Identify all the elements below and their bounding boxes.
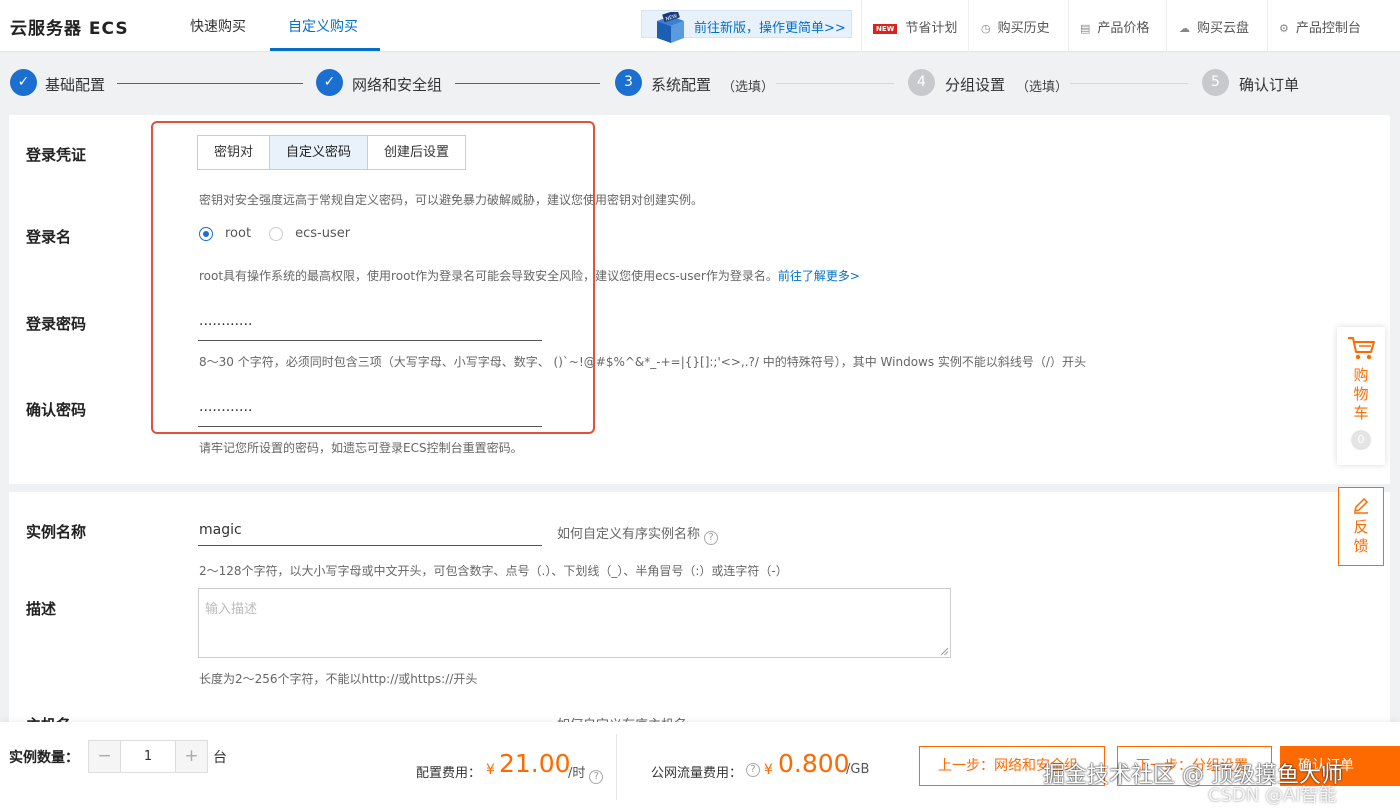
- question-icon[interactable]: ?: [704, 531, 719, 545]
- password-label: 登录密码: [26, 315, 87, 333]
- traffic-fee-currency: ¥: [764, 762, 773, 778]
- active-tab-indicator: [270, 48, 380, 51]
- step-1-label[interactable]: 基础配置: [45, 74, 105, 95]
- cart-label-3: 车: [1353, 404, 1369, 422]
- nav-console-label: 产品控制台: [1295, 21, 1361, 36]
- credential-label: 登录凭证: [26, 146, 87, 164]
- nav-product-price[interactable]: ▤ 产品价格: [1080, 17, 1149, 36]
- cart-count-badge: 0: [1351, 430, 1371, 450]
- nav-separator: [861, 0, 862, 52]
- feedback-label-2: 馈: [1353, 537, 1369, 555]
- order-footer-bar: 实例数量： − 1 + 台 配置费用： ¥ 21.00 /时? 公网流量费用： …: [0, 722, 1400, 809]
- confirm-password-label: 确认密码: [26, 401, 87, 419]
- cart-label-1: 购: [1353, 366, 1369, 384]
- step-3-label: 系统配置: [651, 76, 712, 94]
- description-label: 描述: [26, 600, 57, 618]
- watermark-csdn: CSDN @AI智能: [1208, 785, 1337, 806]
- tab-custom-buy[interactable]: 自定义购买: [288, 16, 358, 36]
- quantity-increment-button[interactable]: +: [176, 741, 207, 772]
- learn-more-link[interactable]: 前往了解更多>: [778, 269, 860, 283]
- nav-savings-plan-label: 节省计划: [905, 21, 958, 36]
- traffic-fee-price: 0.800: [778, 749, 850, 778]
- resize-grip-icon[interactable]: [940, 647, 949, 656]
- nav-savings-plan[interactable]: NEW 节省计划: [873, 17, 957, 36]
- new-version-banner[interactable]: NEW 前往新版，操作更简单>>: [641, 10, 852, 43]
- step-connector: [455, 83, 600, 84]
- config-fee-unit: /时?: [568, 762, 604, 784]
- progress-steps: ✓ 基础配置 ✓ 网络和安全组 3 系统配置 （选填） 4 分组设置 （选填） …: [0, 53, 1400, 113]
- step-connector: [1070, 83, 1188, 84]
- config-fee-price: 21.00: [499, 749, 571, 778]
- shopping-cart-tab[interactable]: 购 物 车 0: [1337, 327, 1385, 465]
- cart-icon: [1348, 337, 1375, 360]
- description-textarea[interactable]: [198, 588, 951, 658]
- quantity-decrement-button[interactable]: −: [89, 741, 120, 772]
- username-label: 登录名: [26, 228, 72, 246]
- config-fee-label: 配置费用：: [416, 766, 482, 781]
- description-hint: 长度为2～256个字符，不能以http://或https://开头: [199, 672, 478, 686]
- quantity-stepper: − 1 +: [88, 740, 208, 773]
- step-5-number: 5: [1202, 69, 1229, 96]
- step-2-check-icon: ✓: [316, 69, 343, 96]
- step-2-label[interactable]: 网络和安全组: [352, 74, 442, 95]
- step-4-label: 分组设置: [945, 76, 1006, 94]
- step-3-optional: （选填）: [722, 80, 775, 95]
- new-badge-icon: NEW: [873, 24, 898, 34]
- traffic-fee-label: 公网流量费用：: [651, 766, 743, 781]
- nav-separator: [1068, 0, 1069, 52]
- instance-name-label: 实例名称: [26, 523, 87, 541]
- feedback-label-1: 反: [1353, 518, 1369, 536]
- document-icon: ▤: [1080, 22, 1091, 35]
- question-icon[interactable]: ?: [589, 770, 604, 784]
- nav-separator: [1166, 0, 1167, 52]
- clock-icon: ◷: [981, 22, 991, 35]
- step-5-label: 确认订单: [1239, 76, 1300, 94]
- new-version-link[interactable]: 前往新版，操作更简单>>: [694, 17, 846, 36]
- top-header: 云服务器 ECS 快速购买 自定义购买 NEW 前往新版，操作更简单>> NEW…: [0, 0, 1400, 52]
- footer-divider: [616, 734, 617, 800]
- tab-quick-buy[interactable]: 快速购买: [190, 16, 246, 36]
- cloud-disk-icon: ☁: [1179, 22, 1190, 35]
- config-fee-unit-text: /时: [568, 766, 586, 781]
- quantity-label: 实例数量：: [9, 750, 79, 766]
- config-fee-currency: ¥: [486, 762, 495, 778]
- step-1-check-icon: ✓: [10, 69, 37, 96]
- nav-separator: [1267, 0, 1268, 52]
- instance-name-help-text[interactable]: 如何自定义有序实例名称: [557, 527, 700, 542]
- traffic-fee-unit: /GB: [846, 762, 870, 777]
- instance-name-hint: 2～128个字符，以大小写字母或中文开头，可包含数字、点号（.）、下划线（_）、…: [199, 564, 788, 578]
- nav-buy-disk-label: 购买云盘: [1197, 21, 1250, 36]
- edit-icon: [1353, 497, 1369, 514]
- nav-purchase-history-label: 购买历史: [997, 21, 1050, 36]
- step-4-optional: （选填）: [1016, 80, 1069, 95]
- question-icon[interactable]: ?: [746, 763, 760, 777]
- brand-title: 云服务器 ECS: [10, 19, 129, 39]
- step-connector: [117, 83, 303, 84]
- quantity-unit: 台: [213, 750, 227, 766]
- step-3-number: 3: [615, 69, 642, 96]
- confirm-password-hint: 请牢记您所设置的密码，如遗忘可登录ECS控制台重置密码。: [199, 441, 523, 455]
- instance-name-input[interactable]: [198, 514, 542, 546]
- cart-label-2: 物: [1353, 385, 1369, 403]
- step-connector: [776, 83, 894, 84]
- nav-separator: [968, 0, 969, 52]
- nav-buy-disk[interactable]: ☁ 购买云盘: [1179, 17, 1249, 36]
- nav-product-price-label: 产品价格: [1097, 21, 1150, 36]
- new-version-icon: NEW: [657, 12, 684, 43]
- step-4-number: 4: [908, 69, 935, 96]
- nav-console[interactable]: ⚙ 产品控制台: [1279, 17, 1361, 36]
- nav-purchase-history[interactable]: ◷ 购买历史: [981, 17, 1050, 36]
- annotation-highlight-box: [151, 121, 595, 434]
- gear-icon: ⚙: [1279, 22, 1289, 35]
- feedback-tab[interactable]: 反 馈: [1338, 487, 1384, 566]
- instance-name-help[interactable]: 如何自定义有序实例名称?: [557, 523, 719, 545]
- quantity-input[interactable]: 1: [120, 741, 176, 772]
